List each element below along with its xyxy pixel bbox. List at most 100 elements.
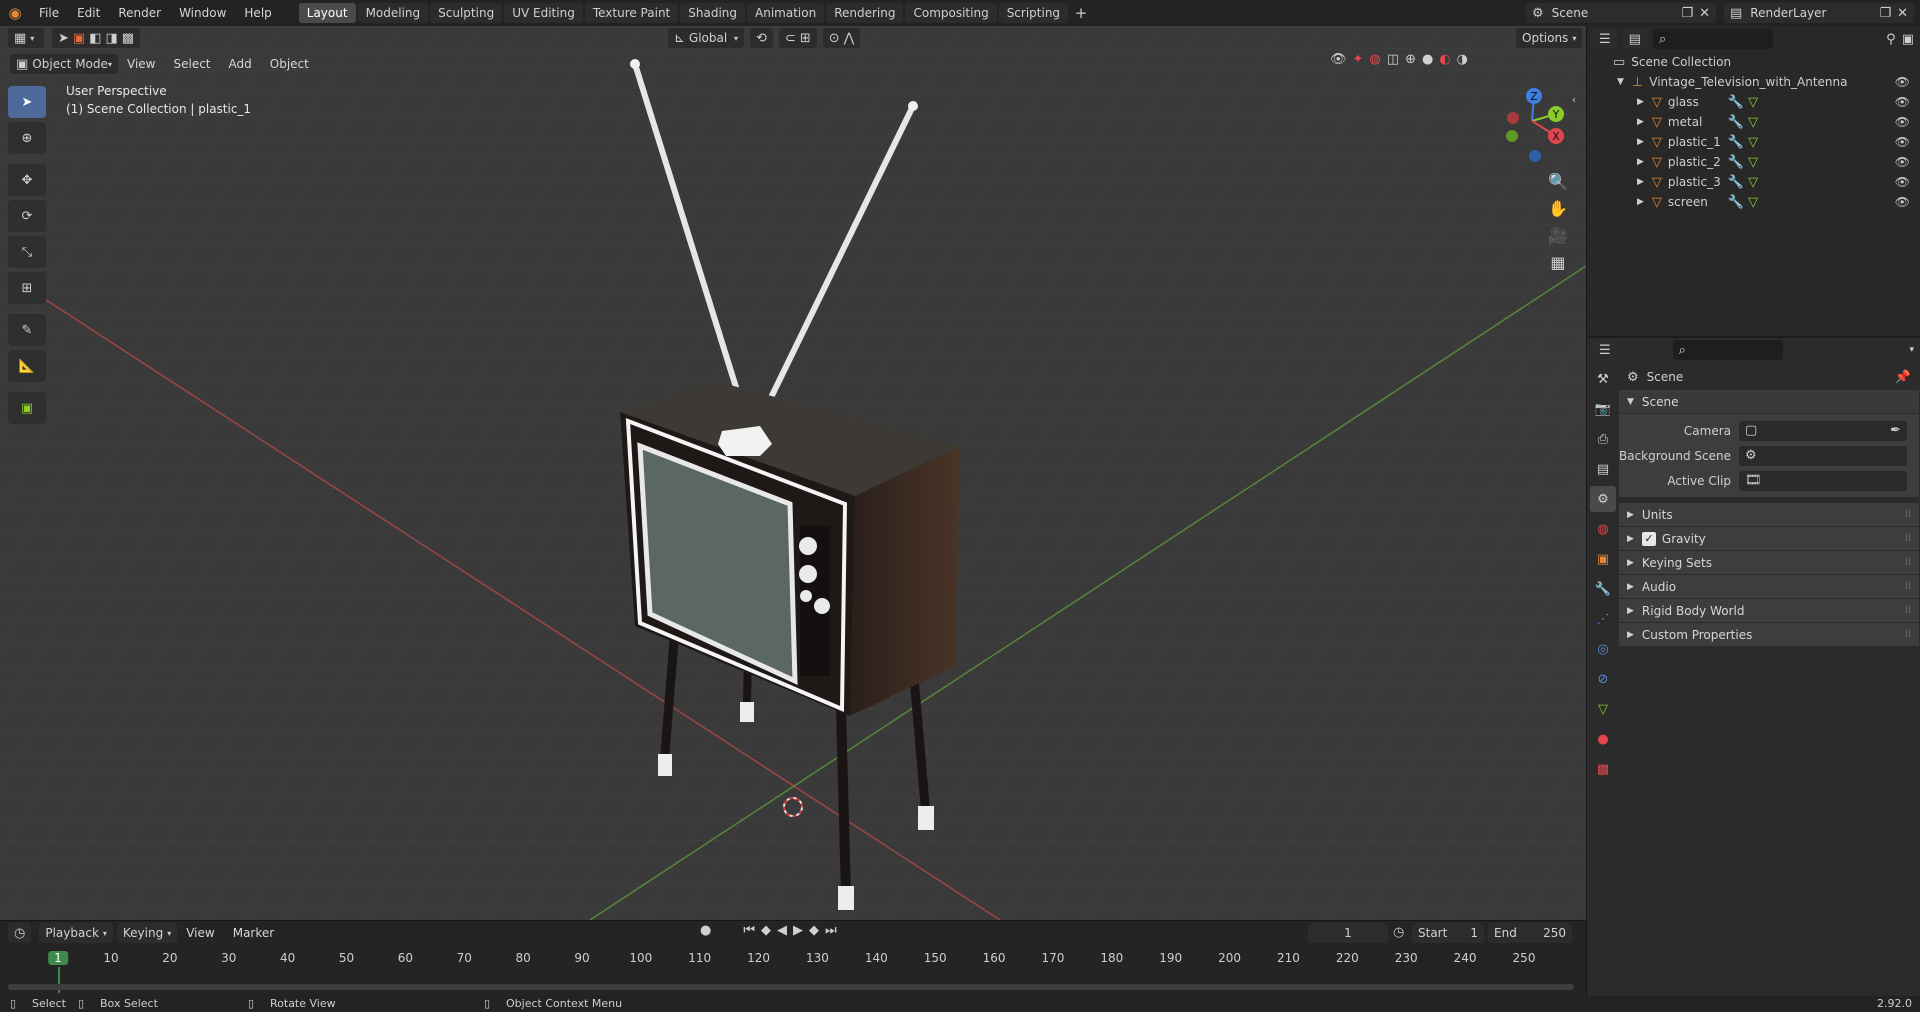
next-keyframe-icon[interactable]: ◆	[809, 923, 819, 938]
expand-arrow-icon[interactable]: ▶	[1637, 157, 1644, 167]
eyedropper-icon[interactable]: ✒	[1890, 423, 1901, 438]
drag-handle-icon[interactable]: ⁞⁞	[1905, 581, 1911, 592]
jump-start-icon[interactable]: ⏮	[743, 923, 755, 938]
tab-sculpting[interactable]: Sculpting	[430, 3, 503, 23]
cursor-tool-button[interactable]: ⊕	[8, 122, 46, 154]
gravity-checkbox[interactable]: ✓	[1641, 531, 1656, 546]
tab-scripting[interactable]: Scripting	[998, 3, 1069, 23]
tab-compositing[interactable]: Compositing	[905, 3, 997, 23]
new-collection-icon[interactable]: ▣	[1902, 32, 1914, 47]
outliner-object-row[interactable]: ▶ ▽ screen 🔧 ▽ 👁	[1587, 192, 1920, 212]
mesh-data-icon[interactable]: ▽	[1748, 195, 1758, 210]
modifier-wrench-icon[interactable]: 🔧	[1728, 155, 1744, 170]
tab-animation[interactable]: Animation	[747, 3, 825, 23]
material-tab[interactable]: ●	[1590, 726, 1616, 752]
modifier-tab[interactable]: 🔧	[1590, 576, 1616, 602]
outliner-scene-collection[interactable]: ▭ Scene Collection	[1587, 52, 1920, 72]
pin-icon[interactable]: 📌	[1895, 370, 1911, 385]
rendered-shading-icon[interactable]: ◑	[1457, 52, 1468, 67]
tab-texture-paint[interactable]: Texture Paint	[584, 3, 679, 23]
scene-tab[interactable]: ⚙	[1590, 486, 1616, 512]
editor-type-selector[interactable]: ▦ ▾	[8, 28, 44, 48]
copy-icon[interactable]: ❐	[1681, 6, 1693, 21]
drag-handle-icon[interactable]: ⁞⁞	[1905, 509, 1911, 520]
copy-icon[interactable]: ❐	[1879, 6, 1891, 21]
snap-toggle[interactable]: ⊂ ⊞	[778, 28, 817, 48]
add-cube-tool-button[interactable]: ▣	[8, 392, 46, 424]
timeline-scrollbar[interactable]	[8, 984, 1574, 990]
measure-tool-button[interactable]: 📐	[8, 350, 46, 382]
drag-handle-icon[interactable]: ⁞⁞	[1905, 605, 1911, 616]
scale-tool-button[interactable]: ⤡	[8, 236, 46, 268]
camera-field[interactable]: ▢ ✒	[1739, 420, 1907, 441]
drag-handle-icon[interactable]: ⁞⁞	[1905, 629, 1911, 640]
subpanel-units[interactable]: ▶ Units ⁞⁞	[1619, 503, 1919, 527]
tab-modeling[interactable]: Modeling	[357, 3, 429, 23]
visibility-eye-icon[interactable]: 👁	[1895, 195, 1910, 209]
subpanel-keying-sets[interactable]: ▶ Keying Sets ⁞⁞	[1619, 551, 1919, 575]
camera-view-icon[interactable]: 🎥	[1548, 226, 1568, 245]
particles-tab[interactable]: ⋰	[1590, 606, 1616, 632]
outliner-object-row[interactable]: ▶ ▽ glass 🔧 ▽ 👁	[1587, 92, 1920, 112]
subpanel-gravity[interactable]: ▶ ✓ Gravity ⁞⁞	[1619, 527, 1919, 551]
options-button[interactable]: Options ▾	[1516, 28, 1583, 48]
modifier-wrench-icon[interactable]: 🔧	[1728, 135, 1744, 150]
display-mode-selector[interactable]: ▤	[1622, 29, 1647, 49]
render-tab[interactable]: 📷	[1590, 396, 1616, 422]
blender-logo-icon[interactable]: ◉	[0, 0, 30, 26]
mode-selector[interactable]: ▣ Object Mode ▾	[10, 54, 118, 74]
data-tab[interactable]: ▽	[1590, 696, 1616, 722]
subpanel-audio[interactable]: ▶ Audio ⁞⁞	[1619, 575, 1919, 599]
properties-search[interactable]: ⌕	[1672, 340, 1783, 360]
gizmo-neg-z-handle[interactable]	[1529, 150, 1541, 162]
viewport-menu-add[interactable]: Add	[220, 51, 261, 77]
timeline-editor-type[interactable]: ◷	[8, 923, 32, 943]
end-frame-field[interactable]: End 250	[1488, 923, 1572, 943]
close-icon[interactable]: ✕	[1699, 6, 1710, 21]
view-layer-selector[interactable]: ▤ RenderLayer ❐ ✕	[1724, 3, 1914, 23]
current-frame-field[interactable]: 1	[1308, 923, 1388, 943]
pivot-selector[interactable]: ⟲	[750, 28, 773, 48]
world-tab[interactable]: ◍	[1590, 516, 1616, 542]
expand-arrow-icon[interactable]: ▼	[1617, 77, 1624, 87]
tab-rendering[interactable]: Rendering	[826, 3, 904, 23]
constraints-tab[interactable]: ⊘	[1590, 666, 1616, 692]
mesh-data-icon[interactable]: ▽	[1748, 175, 1758, 190]
mesh-data-icon[interactable]: ▽	[1748, 155, 1758, 170]
tab-uv-editing[interactable]: UV Editing	[504, 3, 583, 23]
visibility-eye-icon[interactable]: 👁	[1895, 135, 1910, 149]
outliner-search[interactable]: ⌕	[1652, 29, 1773, 49]
3d-viewport[interactable]: Y Z X User Perspective (1) Scene Collect…	[0, 26, 1586, 920]
view-layer-tab[interactable]: ▤	[1590, 456, 1616, 482]
object-tab[interactable]: ▣	[1590, 546, 1616, 572]
expand-arrow-icon[interactable]: ▶	[1637, 97, 1644, 107]
outliner-collection-row[interactable]: ▼ ⊥ Vintage_Television_with_Antenna 👁	[1587, 72, 1920, 92]
add-workspace-icon[interactable]: +	[1070, 4, 1092, 22]
expand-arrow-icon[interactable]: ▶	[1637, 117, 1644, 127]
modifier-wrench-icon[interactable]: 🔧	[1728, 175, 1744, 190]
modifier-wrench-icon[interactable]: 🔧	[1728, 195, 1744, 210]
chevron-down-icon[interactable]: ▾	[1909, 345, 1914, 355]
mesh-data-icon[interactable]: ▽	[1748, 115, 1758, 130]
material-shading-icon[interactable]: ◐	[1439, 52, 1450, 67]
scene-selector[interactable]: ⚙ Scene ❐ ✕	[1526, 3, 1716, 23]
menu-help[interactable]: Help	[235, 0, 280, 26]
xray-toggle-icon[interactable]: ◫	[1387, 52, 1399, 67]
tool-tab[interactable]: ⚒	[1590, 366, 1616, 392]
subpanel-rigid-body-world[interactable]: ▶ Rigid Body World ⁞⁞	[1619, 599, 1919, 623]
pan-hand-icon[interactable]: ✋	[1548, 199, 1568, 218]
timeline-view-menu[interactable]: View	[177, 920, 223, 946]
gizmo-neg-y-handle[interactable]	[1506, 130, 1518, 142]
prev-keyframe-icon[interactable]: ◆	[761, 923, 771, 938]
keying-menu[interactable]: Keying ▾	[116, 923, 178, 943]
visibility-icon[interactable]: 👁	[1330, 52, 1347, 67]
rotate-tool-button[interactable]: ⟳	[8, 200, 46, 232]
play-reverse-icon[interactable]: ◀	[777, 923, 787, 938]
mesh-data-icon[interactable]: ▽	[1748, 95, 1758, 110]
transform-tool-button[interactable]: ⊞	[8, 272, 46, 304]
visibility-eye-icon[interactable]: 👁	[1895, 95, 1910, 109]
timeline-marker-menu[interactable]: Marker	[224, 920, 283, 946]
active-clip-field[interactable]: 🎞	[1739, 470, 1907, 491]
menu-render[interactable]: Render	[109, 0, 170, 26]
drag-handle-icon[interactable]: ⁞⁞	[1905, 533, 1911, 544]
